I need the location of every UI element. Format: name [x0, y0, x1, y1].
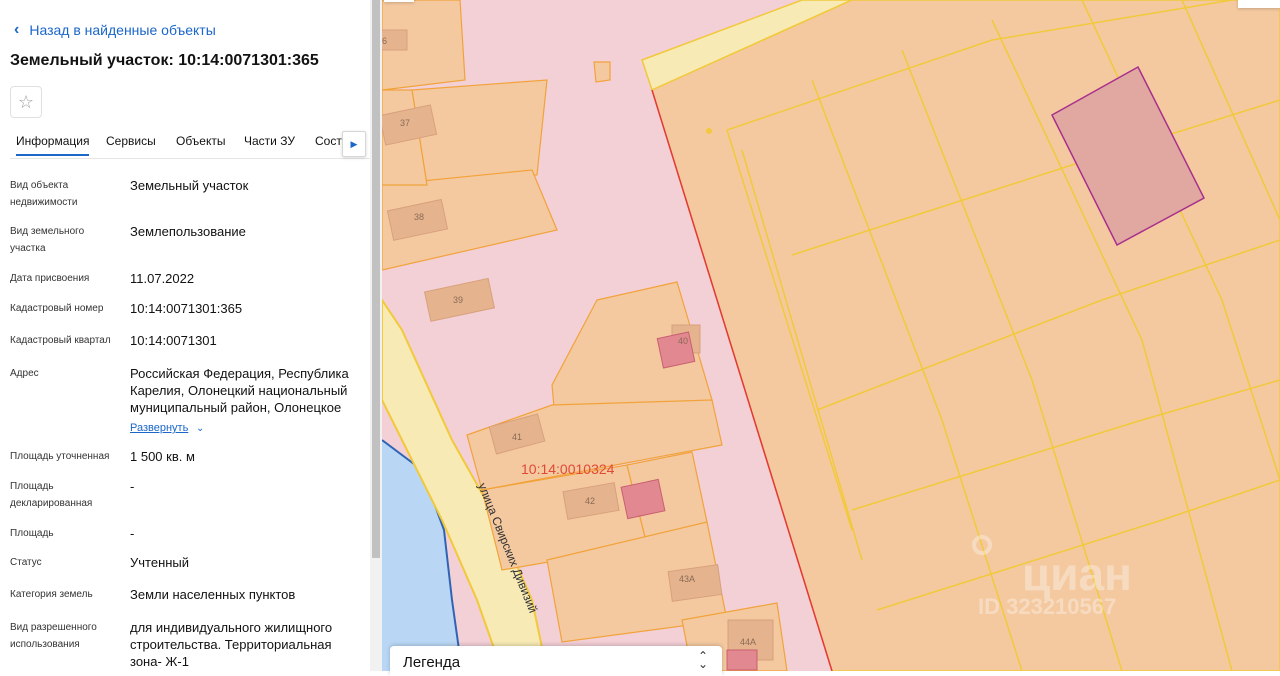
- back-link-label: Назад в найденные объекты: [29, 22, 216, 38]
- property-value: Земельный участок: [130, 178, 249, 193]
- star-icon: ☆: [17, 91, 35, 112]
- plot-number-label: 6: [382, 36, 387, 46]
- cadastral-map[interactable]: 6 37 38 39 40 41 42 43А 44А 10:14:001032…: [382, 0, 1280, 671]
- property-value: 11.07.2022: [130, 271, 195, 286]
- chevron-left-icon: ‹: [14, 21, 20, 38]
- plot-number-label: 41: [512, 432, 522, 442]
- back-link[interactable]: ‹ Назад в найденные объекты: [14, 21, 216, 39]
- map-control-button[interactable]: [384, 0, 414, 2]
- property-value: 10:14:0071301:365: [130, 301, 243, 316]
- plot-number-label: 44А: [740, 637, 756, 647]
- property-label: Адрес: [10, 368, 39, 379]
- tab-services[interactable]: Сервисы: [106, 134, 156, 148]
- east-parcel: [651, 0, 1280, 671]
- expand-collapse-icon[interactable]: ⌃ ⌄: [698, 650, 708, 670]
- expand-link[interactable]: Развернуть ⌄: [130, 418, 358, 437]
- property-value: Землепользование: [130, 224, 246, 239]
- plot-number-label: 42: [585, 496, 595, 506]
- marker-dot: [706, 128, 712, 134]
- watermark-brand: циан: [1022, 548, 1132, 600]
- tabs-bar: Информация Сервисы Объекты Части ЗУ Сост…: [10, 128, 370, 159]
- property-label: Площадь: [10, 528, 54, 539]
- tab-objects[interactable]: Объекты: [176, 134, 226, 148]
- expand-link-label: Развернуть: [130, 422, 189, 434]
- property-value: Российская Федерация, Республика Карелия…: [130, 366, 349, 415]
- property-label: Площадь декларированная: [10, 481, 93, 509]
- tab-information[interactable]: Информация: [16, 134, 90, 156]
- property-label: Категория земель: [10, 589, 93, 600]
- property-label: Кадастровый номер: [10, 303, 104, 314]
- watermark-id: ID 323210567: [978, 594, 1116, 619]
- property-value: Земли населенных пунктов: [130, 587, 296, 602]
- map-canvas[interactable]: 6 37 38 39 40 41 42 43А 44А 10:14:001032…: [382, 0, 1280, 671]
- property-label: Дата присвоения: [10, 273, 90, 284]
- scrollbar-thumb[interactable]: [372, 0, 380, 558]
- page-title: Земельный участок: 10:14:0071301:365: [10, 52, 319, 69]
- favorite-button[interactable]: ☆: [10, 86, 42, 118]
- property-label: Статус: [10, 557, 42, 568]
- plot-number-label: 38: [414, 212, 424, 222]
- plot-number-label: 37: [400, 118, 410, 128]
- property-value: 10:14:0071301: [130, 333, 217, 348]
- property-value: -: [130, 479, 135, 494]
- triangle-right-icon: ▶: [350, 138, 358, 149]
- plot-number-label: 43А: [679, 574, 695, 584]
- legend-panel[interactable]: Легенда ⌃ ⌄: [390, 646, 722, 676]
- property-label: Кадастровый квартал: [10, 335, 111, 346]
- tab-parts[interactable]: Части ЗУ: [244, 134, 295, 148]
- property-value: для индивидуального жилищного строительс…: [130, 620, 333, 669]
- property-value: 1 500 кв. м: [130, 449, 195, 464]
- quarter-label: 10:14:0010324: [521, 461, 615, 477]
- map-control-button[interactable]: [1238, 0, 1280, 8]
- plot-number-label: 39: [453, 295, 463, 305]
- info-panel: ‹ Назад в найденные объекты Земельный уч…: [0, 0, 370, 671]
- panel-scrollbar[interactable]: [370, 0, 382, 671]
- legend-title: Легенда: [403, 654, 461, 671]
- property-label: Площадь уточненная: [10, 451, 110, 462]
- plot-number-label: 40: [678, 336, 688, 346]
- property-value: Учтенный: [130, 555, 190, 570]
- property-label: Вид разрешенного использования: [10, 622, 97, 650]
- chevron-down-icon: ⌄: [195, 423, 205, 434]
- property-label: Вид земельного участка: [10, 226, 85, 254]
- tabs-scroll-right-button[interactable]: ▶: [342, 131, 366, 157]
- property-value: -: [130, 526, 135, 541]
- property-label: Вид объекта недвижимости: [10, 180, 78, 208]
